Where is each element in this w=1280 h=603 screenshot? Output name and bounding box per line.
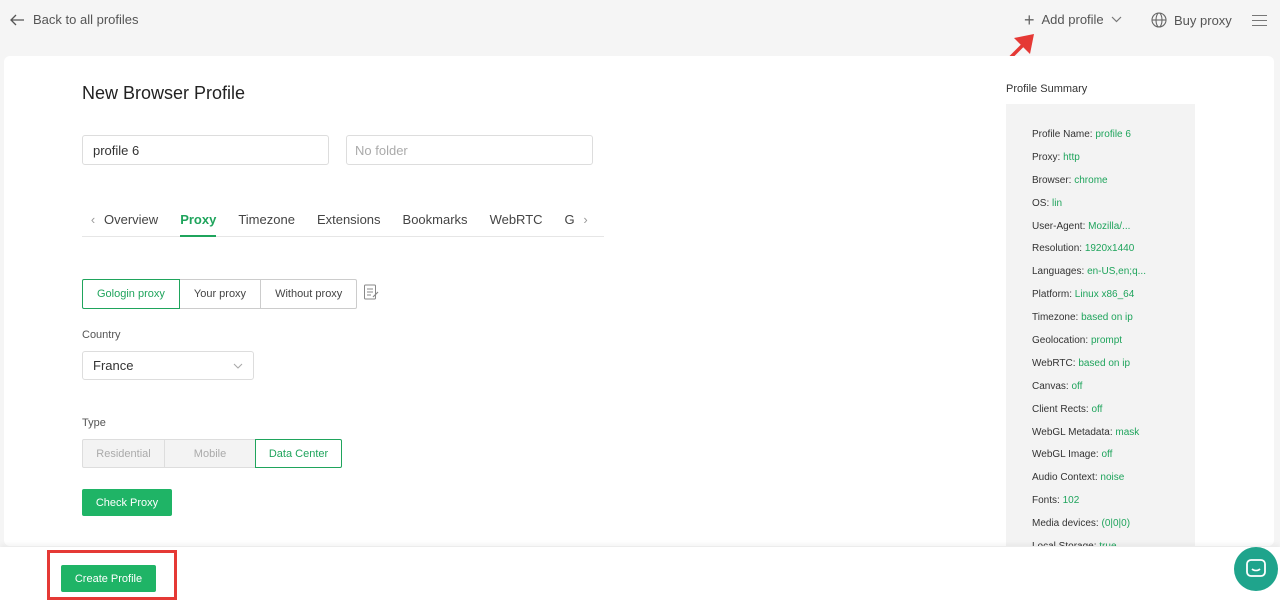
chevron-left-icon[interactable]: ‹ [82, 206, 104, 227]
add-profile-label: Add profile [1041, 12, 1104, 27]
top-bar: Back to all profiles + Add profile Buy p… [0, 0, 1280, 44]
summary-row: Profile Name: profile 6 [1032, 129, 1131, 140]
summary-row: Media devices: (0|0|0) [1032, 518, 1131, 530]
your-proxy-option[interactable]: Your proxy [178, 279, 262, 309]
summary-row: WebRTC: based on ip [1032, 357, 1131, 369]
tab-extensions[interactable]: Extensions [317, 206, 381, 237]
buy-proxy-label: Buy proxy [1174, 12, 1232, 28]
chat-support-button[interactable] [1234, 547, 1278, 591]
chevron-down-icon [233, 363, 243, 369]
notepad-icon[interactable] [363, 283, 379, 301]
country-value: France [93, 358, 134, 373]
summary-row: Resolution: 1920x1440 [1032, 243, 1135, 255]
tab-webrtc[interactable]: WebRTC [490, 206, 543, 237]
country-select[interactable]: France [82, 351, 254, 380]
without-proxy-option[interactable]: Without proxy [260, 279, 358, 309]
tab-overflow[interactable]: G [565, 206, 577, 227]
page-title: New Browser Profile [82, 83, 246, 103]
summary-row: WebGL Image: off [1032, 449, 1113, 461]
folder-input[interactable] [346, 135, 593, 165]
type-residential[interactable]: Residential [82, 439, 165, 468]
summary-row: Local Storage: true [1032, 541, 1195, 546]
summary-row: Fonts: 102 [1032, 495, 1080, 507]
type-data-center[interactable]: Data Center [255, 439, 342, 468]
summary-row: Browser: chrome [1032, 174, 1108, 186]
profile-summary-panel: Profile Name: profile 6 Proxy: http Brow… [1006, 104, 1195, 546]
create-profile-button[interactable]: Create Profile [61, 565, 156, 592]
chevron-down-icon [1111, 16, 1122, 23]
tab-timezone[interactable]: Timezone [238, 206, 295, 237]
summary-row: WebGL Metadata: mask [1032, 426, 1140, 438]
arrow-left-icon [10, 14, 24, 25]
tab-overview[interactable]: Overview [104, 206, 158, 237]
summary-row: Timezone: based on ip [1032, 312, 1133, 324]
proxy-mode-selector: Gologin proxy Your proxy Without proxy [82, 279, 358, 309]
back-link-label: Back to all profiles [33, 12, 139, 27]
summary-title: Profile Summary [1006, 83, 1088, 95]
settings-tabs: ‹ Overview Proxy Timezone Extensions Boo… [82, 206, 604, 237]
type-mobile[interactable]: Mobile [164, 439, 256, 468]
summary-row: User-Agent: Mozilla/... [1032, 220, 1131, 232]
summary-row: Languages: en-US,en;q... [1032, 266, 1146, 278]
summary-row: Audio Context: noise [1032, 472, 1125, 484]
proxy-type-selector: Residential Mobile Data Center [82, 439, 342, 468]
bottom-action-bar [0, 547, 1280, 603]
add-profile-button[interactable]: + Add profile [1024, 9, 1122, 30]
summary-row: Client Rects: off [1032, 403, 1103, 415]
buy-proxy-button[interactable]: Buy proxy [1151, 12, 1232, 28]
summary-row: Proxy: http [1032, 151, 1080, 163]
profile-form-card: New Browser Profile ‹ Overview Proxy Tim… [4, 56, 1274, 546]
tab-bookmarks[interactable]: Bookmarks [403, 206, 468, 237]
type-label: Type [82, 417, 106, 429]
summary-row: OS: lin [1032, 197, 1063, 209]
gologin-proxy-option[interactable]: Gologin proxy [82, 279, 180, 309]
summary-row: Canvas: off [1032, 380, 1083, 392]
summary-row: Geolocation: prompt [1032, 335, 1123, 347]
country-label: Country [82, 329, 121, 341]
globe-icon [1151, 12, 1167, 28]
plus-icon: + [1024, 9, 1035, 30]
tab-proxy[interactable]: Proxy [180, 206, 217, 237]
profile-name-input[interactable] [82, 135, 329, 165]
hamburger-menu-icon[interactable] [1252, 15, 1267, 27]
chevron-right-icon[interactable]: › [577, 206, 595, 227]
check-proxy-button[interactable]: Check Proxy [82, 489, 172, 516]
summary-row: Platform: Linux x86_64 [1032, 289, 1135, 301]
chat-icon [1246, 559, 1266, 577]
back-to-profiles-link[interactable]: Back to all profiles [10, 12, 139, 27]
